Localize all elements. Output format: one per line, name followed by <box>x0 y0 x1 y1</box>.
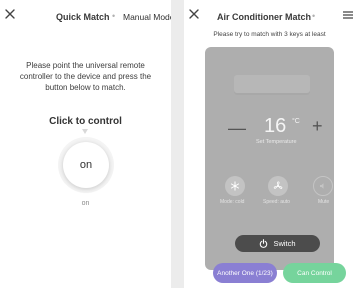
tab-separator-dot: • <box>112 11 116 21</box>
click-to-control-label: Click to control <box>49 116 122 127</box>
set-temperature-label: Set Temperature <box>256 139 297 145</box>
temperature-decrease-button[interactable]: — <box>228 118 246 139</box>
quick-match-screen: Quick Match • Manual Mode Please point t… <box>0 0 171 288</box>
temperature-unit: °C <box>292 118 300 125</box>
switch-label: Switch <box>273 239 296 248</box>
speed-button[interactable] <box>268 176 288 196</box>
tab-quick-match[interactable]: Quick Match <box>56 12 110 22</box>
close-icon[interactable] <box>3 7 17 21</box>
title-dot: • <box>312 11 316 21</box>
ac-match-header: Air Conditioner Match • <box>184 0 355 30</box>
page-title: Air Conditioner Match <box>217 12 311 22</box>
temperature-increase-button[interactable]: + <box>312 116 323 137</box>
tab-manual-mode[interactable]: Manual Mode <box>123 12 171 22</box>
chevron-down-icon <box>82 129 88 134</box>
power-icon <box>260 239 268 248</box>
quick-match-header: Quick Match • Manual Mode <box>0 0 171 30</box>
mute-label: Mute <box>318 199 330 205</box>
match-instructions: Please point the universal remote contro… <box>19 61 152 92</box>
close-icon[interactable] <box>187 7 201 21</box>
air-conditioner-graphic <box>234 75 310 95</box>
switch-button[interactable]: Switch <box>235 235 320 252</box>
speed-label: Speed: auto <box>263 199 290 205</box>
mode-label: Mode: cold <box>220 199 245 205</box>
can-control-button[interactable]: Can Control <box>283 263 346 283</box>
another-one-button[interactable]: Another One (1/23) <box>213 263 277 283</box>
mode-button[interactable] <box>225 176 245 196</box>
on-button[interactable]: on <box>63 142 109 188</box>
mute-icon <box>320 183 324 189</box>
mute-button[interactable] <box>313 176 333 196</box>
ac-match-screen: Air Conditioner Match • Please try to ma… <box>184 0 355 288</box>
match-subtitle: Please try to match with 3 keys at least <box>213 31 326 38</box>
fan-icon <box>273 181 283 189</box>
menu-icon[interactable] <box>343 11 353 19</box>
snowflake-icon <box>230 181 240 191</box>
on-button-caption: on <box>81 200 90 207</box>
temperature-value: 16 <box>264 115 287 137</box>
